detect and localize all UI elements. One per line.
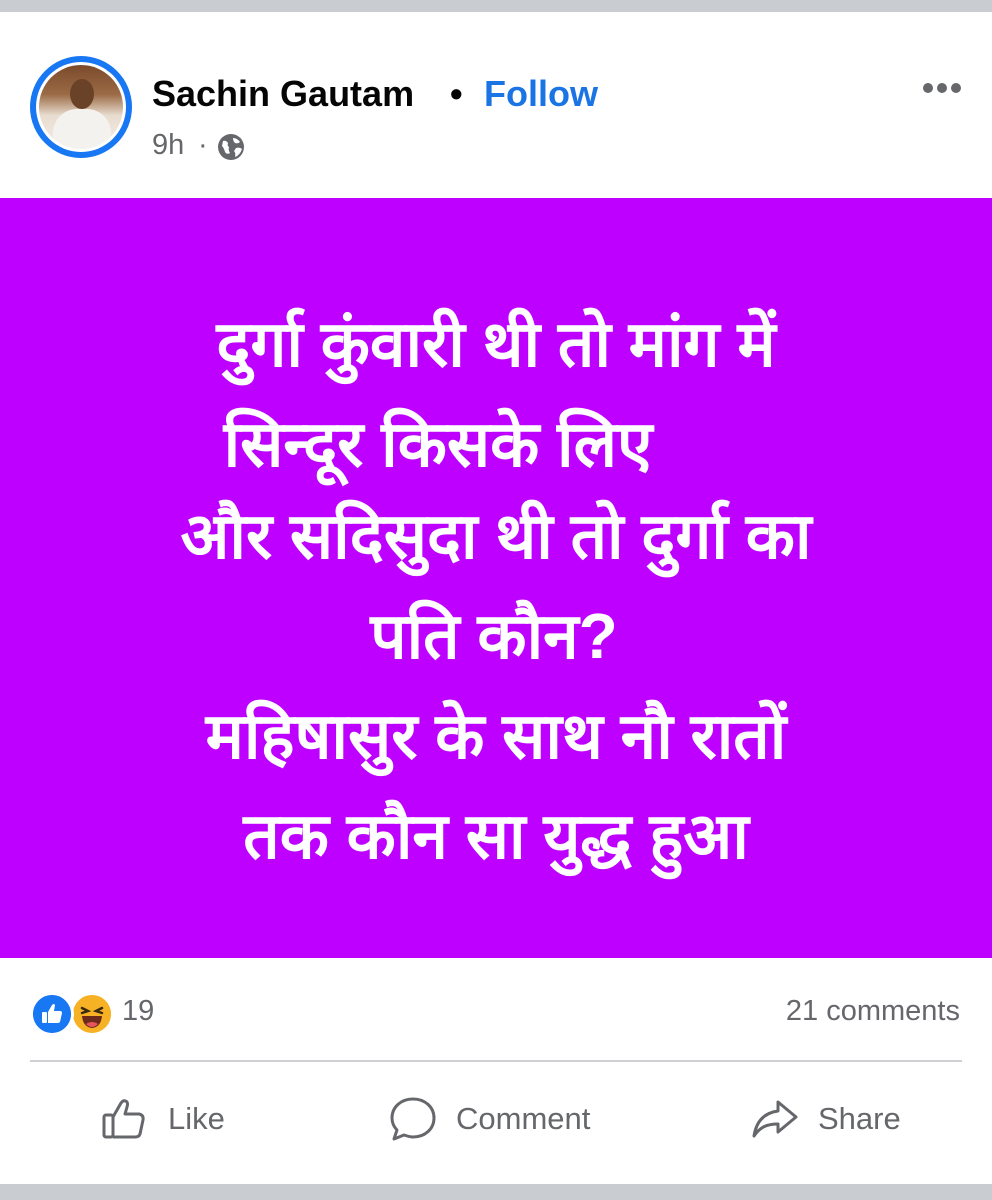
share-arrow-icon xyxy=(752,1100,798,1138)
comment-button[interactable]: Comment xyxy=(388,1086,604,1150)
bottom-separator-band xyxy=(0,1184,992,1200)
thumbs-up-icon xyxy=(102,1099,145,1139)
avatar-body-shape xyxy=(53,109,111,149)
top-separator-band xyxy=(0,0,992,12)
like-label: Like xyxy=(168,1101,225,1136)
comments-count[interactable]: 21 comments xyxy=(786,992,960,1030)
post-image[interactable]: दुर्गा कुंवारी थी तो मांग में सिन्दूर कि… xyxy=(0,198,992,958)
post-text-line: सिन्दूर किसके लिए xyxy=(223,408,653,480)
haha-reaction-icon[interactable] xyxy=(70,992,114,1036)
post-text-line: पति कौन? xyxy=(370,600,618,672)
avatar-photo xyxy=(39,65,123,149)
share-label: Share xyxy=(818,1101,901,1136)
like-reaction-icon[interactable] xyxy=(30,992,74,1036)
post-text-line: तक कौन सा युद्ध हुआ xyxy=(243,800,749,872)
post-timestamp[interactable]: 9h xyxy=(152,126,184,164)
avatar-head-shape xyxy=(70,79,94,109)
reactions-summary: 19 21 comments xyxy=(0,958,992,1060)
follow-button[interactable]: Follow xyxy=(484,72,598,116)
author-name[interactable]: Sachin Gautam xyxy=(152,72,414,116)
more-options-icon[interactable] xyxy=(918,74,966,102)
comment-icon xyxy=(390,1097,436,1141)
post-text-line: दुर्गा कुंवारी थी तो मांग में xyxy=(216,308,776,380)
post-text-line: और सदिसुदा थी तो दुर्गा का xyxy=(180,500,812,572)
comment-label: Comment xyxy=(456,1101,591,1136)
avatar[interactable] xyxy=(30,56,132,158)
name-separator: • xyxy=(450,73,463,114)
time-separator: · xyxy=(198,129,208,161)
like-button[interactable]: Like xyxy=(100,1086,230,1150)
post-action-bar: Like Comment Share xyxy=(0,1062,992,1184)
post-text-line: महिषासुर के साथ नौ रातों xyxy=(205,700,787,772)
avatar-frame xyxy=(36,62,126,152)
globe-icon xyxy=(218,134,244,160)
share-button[interactable]: Share xyxy=(750,1086,910,1150)
reaction-count[interactable]: 19 xyxy=(122,992,154,1030)
